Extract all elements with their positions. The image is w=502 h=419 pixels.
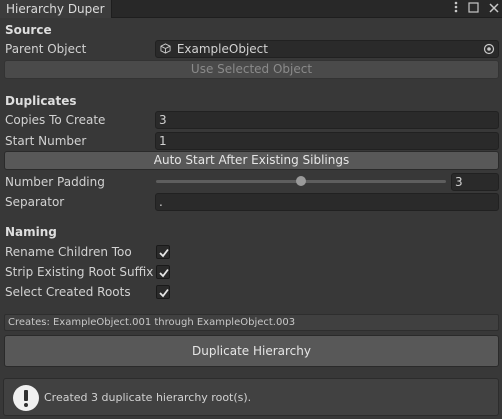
duplicate-hierarchy-button[interactable]: Duplicate Hierarchy xyxy=(4,335,499,367)
auto-start-button[interactable]: Auto Start After Existing Siblings xyxy=(4,151,499,170)
strip-suffix-label: Strip Existing Root Suffix xyxy=(5,265,154,279)
info-message-box: Created 3 duplicate hierarchy root(s). xyxy=(3,378,499,416)
creates-preview: Creates: ExampleObject.001 through Examp… xyxy=(4,314,499,331)
source-heading: Source xyxy=(5,23,52,37)
start-number-input[interactable]: 1 xyxy=(155,132,499,150)
window-tab[interactable]: Hierarchy Duper xyxy=(0,0,112,18)
window-tab-title: Hierarchy Duper xyxy=(6,2,105,16)
select-roots-checkbox[interactable] xyxy=(156,285,170,299)
number-padding-slider-thumb[interactable] xyxy=(296,176,306,186)
parent-object-field[interactable]: ExampleObject xyxy=(155,40,499,58)
number-padding-input[interactable]: 3 xyxy=(451,173,499,191)
duplicates-heading: Duplicates xyxy=(5,94,77,108)
copies-to-create-label: Copies To Create xyxy=(5,113,106,127)
number-padding-label: Number Padding xyxy=(5,175,105,189)
maximize-icon[interactable] xyxy=(468,0,479,18)
use-selected-object-button[interactable]: Use Selected Object xyxy=(4,60,499,79)
parent-object-value: ExampleObject xyxy=(176,42,268,56)
object-picker-icon[interactable] xyxy=(483,43,495,59)
copies-to-create-input[interactable]: 3 xyxy=(155,111,499,129)
info-icon xyxy=(13,385,39,411)
rename-children-checkbox[interactable] xyxy=(156,245,170,259)
separator-input[interactable]: . xyxy=(155,193,499,211)
parent-object-label: Parent Object xyxy=(5,42,87,56)
select-roots-label: Select Created Roots xyxy=(5,285,131,299)
kebab-menu-icon[interactable] xyxy=(454,0,458,18)
title-bar: Hierarchy Duper xyxy=(0,0,502,18)
separator-label: Separator xyxy=(5,195,65,209)
info-message-text: Created 3 duplicate hierarchy root(s). xyxy=(44,391,252,404)
start-number-label: Start Number xyxy=(5,134,87,148)
close-icon[interactable] xyxy=(489,0,499,18)
gameobject-icon xyxy=(160,42,171,58)
strip-suffix-checkbox[interactable] xyxy=(156,265,170,279)
naming-heading: Naming xyxy=(5,225,57,239)
rename-children-label: Rename Children Too xyxy=(5,245,132,259)
